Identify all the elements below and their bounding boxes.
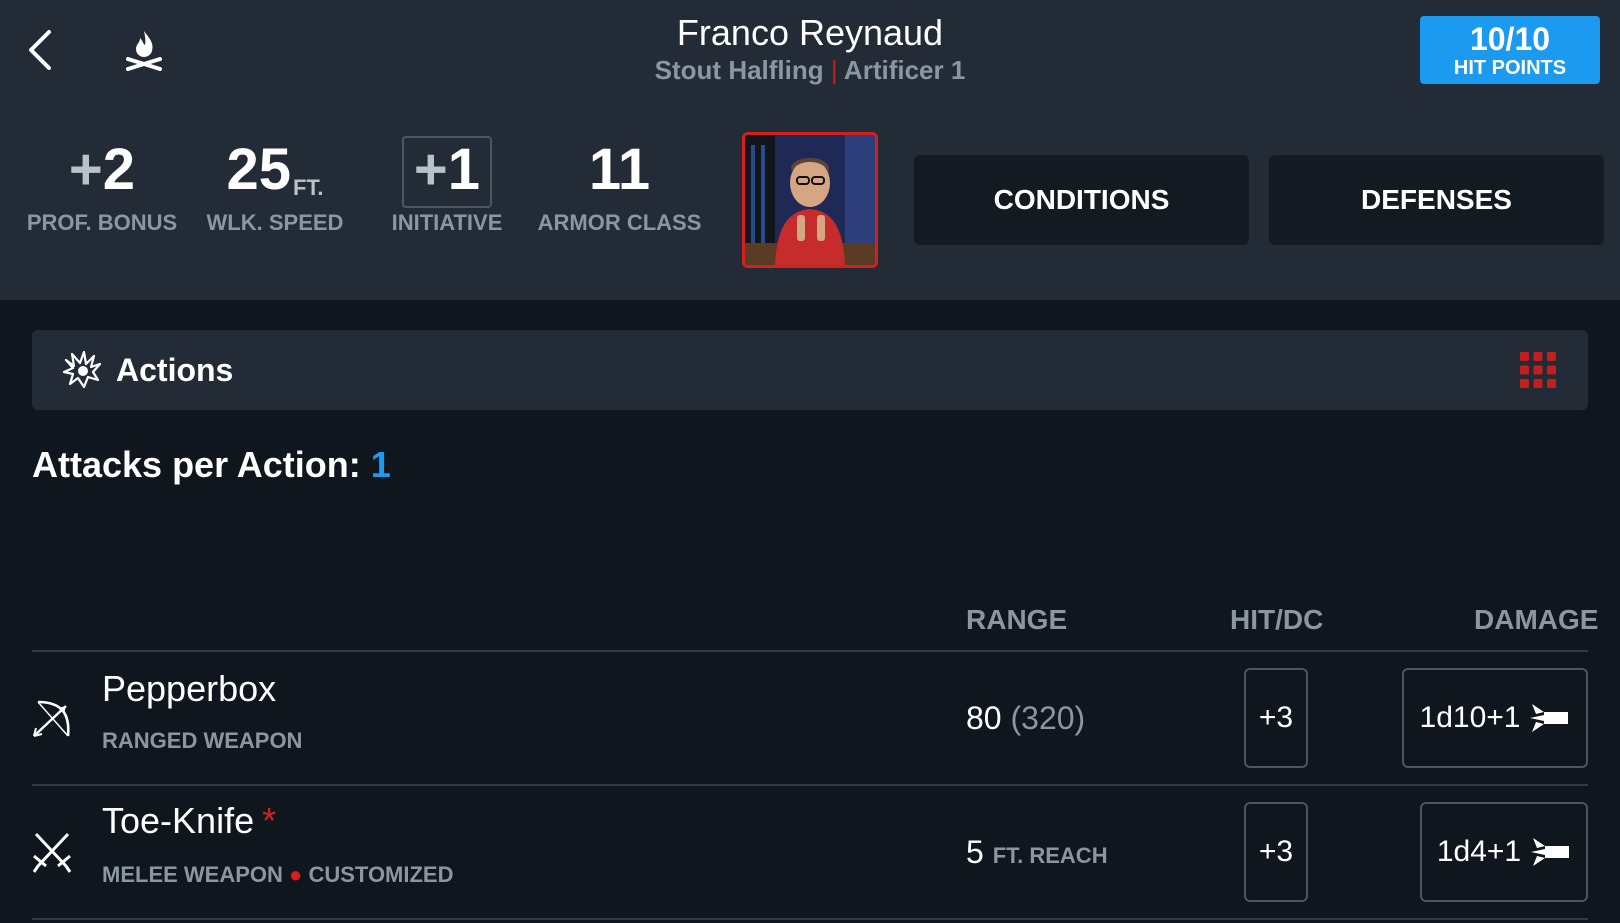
damage-value: 1d4+1 xyxy=(1436,835,1522,868)
chevron-left-icon xyxy=(29,30,51,70)
table-row[interactable]: Pepperbox RANGED WEAPON 80 (320) +3 1d10… xyxy=(32,652,1588,784)
damage-column-header: DAMAGE xyxy=(1474,604,1599,635)
character-race: Stout Halfling xyxy=(654,55,824,85)
damage-roll-button[interactable]: 1d10+1 xyxy=(1402,668,1588,768)
range-column-header: RANGE xyxy=(966,604,1068,635)
hit-dc-column-header: HIT/DC xyxy=(1230,604,1324,635)
customized-marker: * xyxy=(262,800,277,841)
damage-value: 1d10+1 xyxy=(1419,701,1521,734)
weapon-name-wrap: Toe-Knife * xyxy=(102,800,276,842)
walking-speed-value: 25FT. xyxy=(200,138,350,202)
weapon-name: Toe-Knife xyxy=(102,800,255,841)
weapon-type: MELEE WEAPON ● CUSTOMIZED xyxy=(102,862,454,888)
walking-speed-label: WLK. SPEED xyxy=(206,210,344,235)
weapon-range: 80 (320) xyxy=(966,700,1085,737)
character-header: Franco Reynaud Stout Halfling | Artifice… xyxy=(0,0,1620,300)
armor-class-value: 11 xyxy=(588,137,651,202)
type-separator-dot: ● xyxy=(289,862,303,887)
proficiency-number: 2 xyxy=(102,137,136,202)
initiative-number: 1 xyxy=(447,137,481,202)
conditions-button[interactable]: CONDITIONS xyxy=(914,155,1249,245)
grid-menu-icon[interactable] xyxy=(1518,350,1558,390)
weapon-range-unit: FT. REACH xyxy=(992,843,1108,868)
weapon-range-main: 80 xyxy=(966,700,1002,736)
weapon-range-long: (320) xyxy=(1010,700,1086,736)
bow-arrow-icon xyxy=(33,700,70,737)
weapon-range-main: 5 xyxy=(966,834,984,870)
weapon-type-label: MELEE WEAPON xyxy=(102,862,283,887)
hit-points-label: HIT POINTS xyxy=(1453,57,1567,79)
weapon-customized-label: CUSTOMIZED xyxy=(308,862,454,887)
walking-speed-unit: FT. xyxy=(292,175,324,200)
character-class-level: Artificer 1 xyxy=(843,55,966,85)
damage-roll-button[interactable]: 1d4+1 xyxy=(1420,802,1588,902)
weapon-range: 5 FT. REACH xyxy=(966,834,1108,871)
hit-roll-button[interactable]: +3 xyxy=(1244,802,1308,902)
proficiency-sign: + xyxy=(68,137,103,202)
proficiency-bonus-label: PROF. BONUS xyxy=(26,210,178,235)
table-divider xyxy=(32,918,1588,920)
initiative-stat: +1 INITIATIVE xyxy=(377,138,517,236)
hit-roll-button[interactable]: +3 xyxy=(1244,668,1308,768)
portrait-image xyxy=(745,135,875,265)
armor-class-stat: 11 ARMOR CLASS xyxy=(532,138,707,236)
armor-class-label: ARMOR CLASS xyxy=(537,210,702,235)
initiative-sign: + xyxy=(413,137,448,202)
actions-section-header[interactable]: Actions xyxy=(32,330,1588,410)
character-subtitle: Stout Halfling | Artificer 1 xyxy=(560,55,1060,86)
hit-points-value: 10/10 xyxy=(1469,21,1551,57)
back-button[interactable] xyxy=(20,26,60,74)
crossed-swords-icon xyxy=(32,832,72,873)
walking-speed-number: 25 xyxy=(226,137,291,202)
piercing-damage-icon xyxy=(1530,704,1569,732)
proficiency-bonus-stat: +2 PROF. BONUS xyxy=(22,138,182,236)
initiative-label: INITIATIVE xyxy=(391,210,503,235)
table-row[interactable]: Toe-Knife * MELEE WEAPON ● CUSTOMIZED 5 F… xyxy=(32,786,1588,918)
subtitle-separator: | xyxy=(830,55,838,85)
walking-speed-stat: 25FT. WLK. SPEED xyxy=(200,138,350,236)
character-portrait[interactable] xyxy=(742,132,878,268)
campfire-icon xyxy=(126,31,162,71)
proficiency-bonus-value: +2 xyxy=(22,138,182,202)
character-name: Franco Reynaud xyxy=(676,12,944,53)
weapon-name: Pepperbox xyxy=(102,668,277,709)
attacks-per-action-label: Attacks per Action: xyxy=(32,444,361,485)
short-rest-button[interactable] xyxy=(120,24,168,74)
attacks-per-action-value: 1 xyxy=(370,444,391,485)
piercing-damage-icon xyxy=(1531,838,1570,866)
defenses-button[interactable]: DEFENSES xyxy=(1269,155,1604,245)
initiative-value: +1 xyxy=(377,138,517,202)
hit-points-button[interactable]: 10/10 HIT POINTS xyxy=(1420,16,1600,84)
action-burst-icon xyxy=(62,350,102,389)
attacks-per-action: Attacks per Action: 1 xyxy=(32,444,391,486)
actions-title: Actions xyxy=(116,352,234,388)
weapon-type: RANGED WEAPON xyxy=(102,728,303,753)
